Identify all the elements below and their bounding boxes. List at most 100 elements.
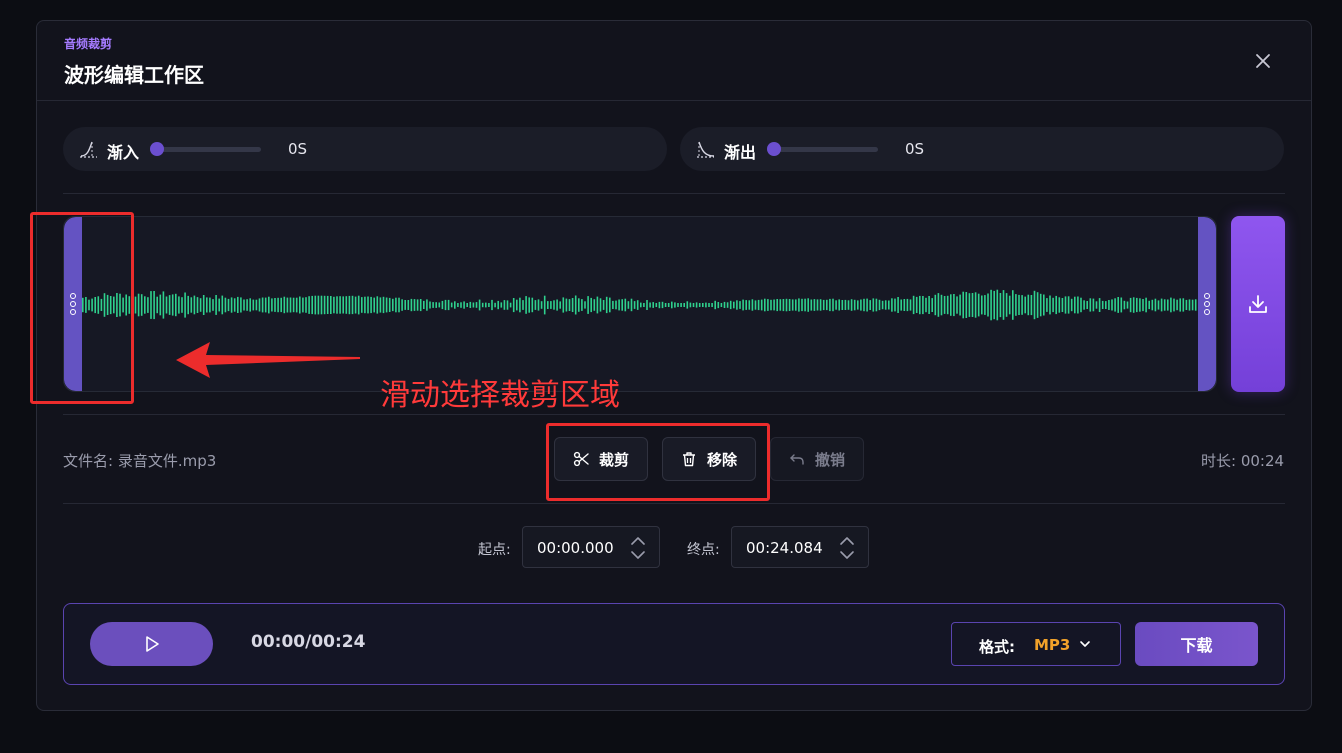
fade-in-label: 渐入 <box>107 143 140 162</box>
waveform-bar <box>574 295 577 315</box>
waveform-bar <box>351 295 354 315</box>
waveform-bar <box>1136 297 1138 313</box>
waveform-bar <box>330 296 332 314</box>
waveform-bar <box>472 302 475 308</box>
waveform-bar <box>627 301 630 309</box>
waveform-bar <box>1108 300 1110 310</box>
waveform-bar <box>243 299 245 311</box>
fade-out-slider-knob[interactable] <box>767 142 781 156</box>
waveform-bar <box>466 303 468 307</box>
waveform-bar <box>857 300 859 310</box>
waveform-bar <box>494 302 496 308</box>
waveform-bar <box>888 300 890 310</box>
waveform-bar <box>361 297 363 313</box>
waveform-bar <box>314 295 317 315</box>
stepper-icon[interactable] <box>629 535 647 561</box>
waveform-bar <box>274 298 276 312</box>
waveform-bar <box>339 296 341 314</box>
waveform-bar <box>816 299 819 311</box>
waveform-bar <box>233 298 236 312</box>
waveform-bar <box>537 299 540 311</box>
waveform-bar <box>395 297 397 313</box>
format-label: 格式: <box>979 638 1015 656</box>
waveform-bar <box>1120 297 1123 313</box>
waveform-bar <box>782 299 785 312</box>
waveform-bar <box>689 302 692 308</box>
waveform-bar <box>401 299 403 311</box>
format-select[interactable]: 格式: MP3 <box>951 622 1121 666</box>
waveform-bar <box>525 296 527 314</box>
waveform-bar <box>522 300 524 310</box>
waveform-bar <box>605 296 608 314</box>
waveform-bar <box>373 297 375 313</box>
annotation-highlight-buttons <box>546 423 770 501</box>
waveform-bar <box>447 299 450 311</box>
waveform-bar <box>429 301 431 309</box>
fade-in-slider-knob[interactable] <box>150 142 164 156</box>
waveform-bar <box>723 301 726 308</box>
fade-out-value: 0S <box>905 140 925 158</box>
waveform-bar <box>193 295 196 315</box>
waveform-bar <box>568 299 571 311</box>
waveform-bar <box>829 298 831 312</box>
waveform-bar <box>860 299 862 311</box>
waveform-bar <box>1148 300 1150 310</box>
page-title: 波形编辑工作区 <box>64 63 204 87</box>
waveform-bar <box>745 300 747 310</box>
waveform-bar <box>144 296 146 314</box>
selection-end-handle[interactable] <box>1198 217 1216 391</box>
waveform-bar <box>1012 290 1014 320</box>
download-button[interactable]: 下载 <box>1135 622 1258 666</box>
waveform-bar <box>196 297 199 313</box>
fade-out-slider[interactable] <box>772 147 878 152</box>
waveform-bar <box>348 295 351 315</box>
end-time-input[interactable]: 00:24.084 <box>731 526 869 568</box>
waveform-bar <box>187 295 189 315</box>
waveform-bar <box>636 300 639 310</box>
waveform-bar <box>736 300 738 310</box>
fade-in-slider[interactable] <box>155 147 261 152</box>
waveform-bar <box>246 299 248 311</box>
waveform-bar <box>485 302 487 308</box>
waveform-bar <box>686 301 689 309</box>
waveform-bar <box>708 303 710 307</box>
waveform-bar <box>283 296 286 314</box>
waveform-bar <box>441 300 444 310</box>
waveform-bar <box>481 302 484 308</box>
waveform-bar <box>1052 297 1054 313</box>
waveform-bar <box>212 299 214 311</box>
waveform-bar <box>463 301 465 309</box>
waveform-bar <box>382 296 385 314</box>
waveform-bar <box>469 301 472 308</box>
start-time-input[interactable]: 00:00.000 <box>522 526 660 568</box>
annotation-highlight-handle <box>30 212 134 404</box>
export-selection-button[interactable] <box>1231 216 1285 392</box>
waveform-bar <box>1194 299 1197 311</box>
waveform-bar <box>1095 301 1098 309</box>
waveform-bar <box>618 299 620 311</box>
waveform-bar <box>528 297 530 313</box>
waveform-bar <box>912 295 915 315</box>
waveform-bar <box>506 300 509 310</box>
playback-time: 00:00/00:24 <box>251 632 366 652</box>
waveform-bar <box>1008 295 1011 315</box>
waveform-bar <box>683 303 685 307</box>
play-button[interactable] <box>90 622 213 666</box>
format-value: MP3 <box>1034 636 1071 654</box>
waveform-bar <box>454 301 456 309</box>
undo-button[interactable]: 撤销 <box>770 437 864 481</box>
annotation-text: 滑动选择裁剪区域 <box>380 378 620 413</box>
waveform-bar <box>423 300 425 309</box>
end-time-value: 00:24.084 <box>746 539 823 557</box>
waveform-bar <box>702 303 704 307</box>
stepper-icon[interactable] <box>838 535 856 561</box>
waveform-bar <box>1154 298 1157 312</box>
waveform-bar <box>171 294 174 316</box>
waveform-bar <box>1005 293 1008 317</box>
waveform-bar <box>342 296 344 314</box>
waveform-bar <box>667 303 670 307</box>
waveform-bar <box>819 299 822 311</box>
waveform-bar <box>578 298 580 312</box>
close-button[interactable] <box>1251 49 1275 73</box>
waveform-bar <box>547 301 549 309</box>
